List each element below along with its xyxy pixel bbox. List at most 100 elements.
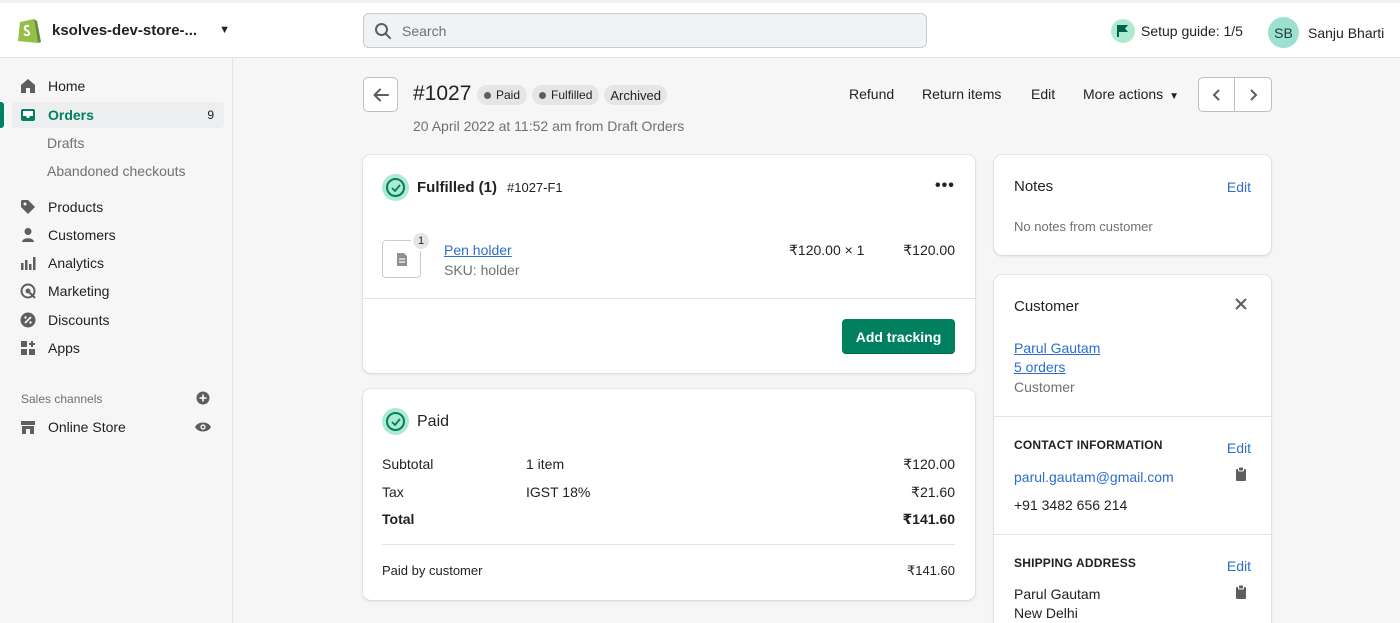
- sidebar-item-online-store[interactable]: Online Store: [12, 414, 224, 440]
- apps-icon: [20, 340, 36, 356]
- sidebar-item-label: Apps: [48, 340, 80, 356]
- search-bar[interactable]: [363, 13, 927, 48]
- customer-phone: +91 3482 656 214: [1014, 497, 1128, 513]
- divider: [994, 416, 1271, 417]
- check-circle-icon: [382, 408, 409, 435]
- edit-notes-link[interactable]: Edit: [1227, 179, 1251, 195]
- more-actions-button[interactable]: More actions ▼: [1083, 86, 1179, 102]
- add-channel-icon[interactable]: [196, 391, 210, 405]
- subtotal-value: ₹120.00: [903, 456, 955, 472]
- tax-value: ₹21.60: [911, 484, 955, 500]
- line-total: ₹120.00: [903, 242, 955, 258]
- add-tracking-button[interactable]: Add tracking: [842, 319, 955, 354]
- store-name: ksolves-dev-store-...: [52, 21, 198, 39]
- divider: [382, 544, 955, 545]
- customer-title: Customer: [1014, 298, 1080, 315]
- sidebar-item-products[interactable]: Products: [12, 194, 224, 220]
- sidebar-item-label: Online Store: [48, 419, 126, 435]
- status-badges: Paid Fulfilled Archived: [477, 85, 667, 105]
- total-value: ₹141.60: [902, 511, 955, 527]
- order-pager: [1198, 77, 1272, 112]
- inbox-icon: [20, 107, 36, 123]
- chevron-down-icon: ▼: [219, 24, 230, 36]
- home-icon: [20, 78, 36, 94]
- status-badge-archived: Archived: [604, 85, 667, 105]
- sidebar-item-apps[interactable]: Apps: [12, 335, 224, 361]
- customer-orders-link[interactable]: 5 orders: [1014, 359, 1065, 375]
- store-icon: [20, 419, 36, 435]
- back-button[interactable]: [363, 77, 398, 112]
- sidebar-item-abandoned-checkouts[interactable]: Abandoned checkouts: [47, 163, 186, 179]
- store-switcher[interactable]: ksolves-dev-store-... ▼: [16, 15, 230, 45]
- sidebar-item-drafts[interactable]: Drafts: [47, 135, 84, 151]
- fulfilled-card: Fulfilled (1) #1027-F1 ••• 1 Pen holder …: [363, 155, 975, 373]
- tag-icon: [20, 199, 36, 215]
- sidebar-item-label: Discounts: [48, 312, 110, 328]
- refund-button[interactable]: Refund: [849, 86, 894, 102]
- chevron-right-icon: [1250, 88, 1258, 101]
- avatar: SB: [1268, 17, 1299, 48]
- page-title: #1027: [413, 82, 472, 105]
- target-icon: [20, 283, 36, 299]
- paid-by-label: Paid by customer: [382, 563, 483, 578]
- paid-by-value: ₹141.60: [906, 563, 955, 578]
- subtotal-detail: 1 item: [526, 456, 565, 472]
- sidebar-item-label: Orders: [48, 107, 94, 123]
- return-items-button[interactable]: Return items: [922, 86, 1001, 102]
- previous-order-button[interactable]: [1198, 77, 1235, 112]
- notes-content: No notes from customer: [1014, 219, 1153, 234]
- product-link[interactable]: Pen holder: [444, 242, 512, 258]
- sales-channels-heading: Sales channels: [21, 392, 103, 406]
- user-name: Sanju Bharti: [1308, 24, 1385, 41]
- edit-order-button[interactable]: Edit: [1031, 86, 1055, 102]
- status-badge-paid: Paid: [477, 85, 528, 105]
- user-menu[interactable]: SB Sanju Bharti: [1268, 17, 1384, 48]
- edit-contact-link[interactable]: Edit: [1227, 440, 1251, 456]
- fulfillment-id: #1027-F1: [507, 180, 563, 195]
- sidebar-item-label: Products: [48, 199, 104, 215]
- sidebar-item-discounts[interactable]: Discounts: [12, 307, 224, 333]
- paid-title: Paid: [417, 413, 450, 430]
- orders-count-badge: 9: [207, 108, 214, 122]
- search-input[interactable]: [402, 22, 902, 39]
- next-order-button[interactable]: [1235, 77, 1272, 112]
- shipping-name: Parul Gautam: [1014, 586, 1101, 602]
- search-icon: [375, 22, 391, 39]
- customer-type: Customer: [1014, 379, 1075, 395]
- clipboard-icon[interactable]: [1235, 466, 1247, 482]
- sidebar: Home Orders 9 Drafts Abandoned checkouts…: [0, 58, 233, 623]
- sidebar-item-analytics[interactable]: Analytics: [12, 250, 224, 276]
- more-horizontal-icon[interactable]: •••: [935, 177, 955, 195]
- edit-shipping-link[interactable]: Edit: [1227, 558, 1251, 574]
- tax-detail: IGST 18%: [526, 484, 591, 500]
- sidebar-item-label: Customers: [48, 227, 116, 243]
- unit-price: ₹120.00 × 1: [789, 242, 865, 258]
- notes-title: Notes: [1014, 178, 1054, 195]
- sidebar-item-marketing[interactable]: Marketing: [12, 278, 224, 304]
- quantity-badge: 1: [411, 231, 431, 251]
- notes-card: Notes Edit No notes from customer: [994, 155, 1271, 255]
- chevron-down-icon: ▼: [1169, 91, 1180, 102]
- sidebar-item-home[interactable]: Home: [12, 73, 224, 99]
- setup-guide-button[interactable]: Setup guide: 1/5: [1111, 19, 1243, 43]
- flag-icon: [1111, 19, 1135, 43]
- sidebar-item-orders[interactable]: Orders 9: [12, 102, 224, 128]
- shipping-city: New Delhi: [1014, 605, 1078, 621]
- chevron-left-icon: [1212, 88, 1220, 101]
- customer-name-link[interactable]: Parul Gautam: [1014, 340, 1100, 356]
- person-icon: [20, 227, 36, 243]
- customer-email[interactable]: parul.gautam@gmail.com: [1014, 469, 1174, 485]
- sidebar-item-label: Home: [48, 78, 86, 94]
- product-sku: SKU: holder: [444, 262, 520, 278]
- divider: [994, 534, 1271, 535]
- sidebar-item-customers[interactable]: Customers: [12, 222, 224, 248]
- top-bar: ksolves-dev-store-... ▼ Setup guide: 1/5…: [0, 0, 1400, 58]
- close-icon[interactable]: [1235, 298, 1247, 310]
- bar-chart-icon: [20, 255, 36, 271]
- eye-icon[interactable]: [194, 420, 212, 434]
- fulfilled-title: Fulfilled (1): [417, 179, 497, 196]
- order-date: 20 April 2022 at 11:52 am from Draft Ord…: [413, 118, 685, 134]
- sidebar-item-label: Marketing: [48, 283, 110, 299]
- clipboard-icon[interactable]: [1235, 584, 1247, 600]
- total-label: Total: [382, 511, 415, 527]
